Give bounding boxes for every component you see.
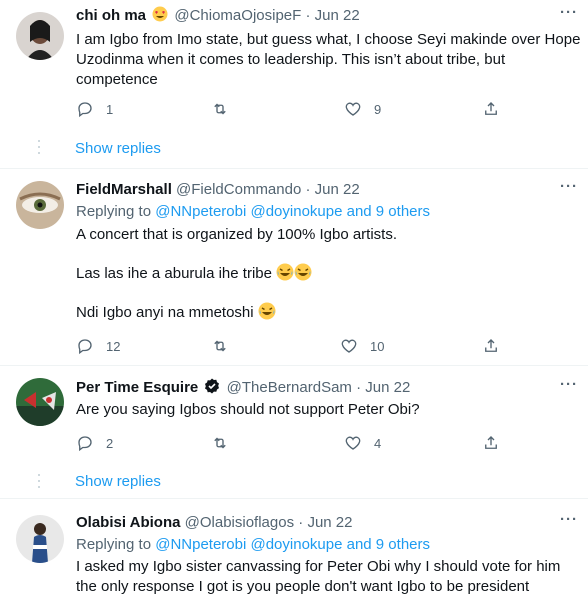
tweet-actions: 2 4	[76, 434, 506, 454]
separator-dot: ·	[305, 7, 311, 24]
share-button[interactable]	[482, 337, 500, 355]
tweet-2[interactable]: FieldMarshall @FieldCommando · Jun 22 ··…	[0, 169, 588, 365]
tweet-actions: 1 9	[76, 100, 506, 120]
reply-button[interactable]: 2	[76, 434, 113, 452]
user-handle[interactable]: @FieldCommando	[176, 181, 301, 198]
reply-icon	[78, 339, 92, 355]
reply-button[interactable]: 1	[76, 100, 113, 118]
share-icon	[485, 102, 497, 115]
display-name[interactable]: FieldMarshall	[76, 181, 172, 198]
reply-button[interactable]: 12	[76, 337, 120, 355]
thread-connector	[38, 474, 40, 492]
replying-to-label: Replying to	[76, 203, 156, 220]
user-handle[interactable]: @ChiomaOjosipeF	[174, 7, 301, 24]
reply-count: 2	[106, 435, 114, 451]
tweet-text-line-3: Ndi Igbo anyi na mmetoshi	[76, 302, 581, 323]
replying-to-users-link[interactable]: @NNpeterobi @doyinokupe and 9 others	[155, 203, 430, 220]
like-count: 10	[370, 338, 385, 354]
more-options-icon[interactable]: ···	[560, 511, 578, 528]
like-button[interactable]: 10	[340, 337, 384, 355]
replying-to-users-link[interactable]: @NNpeterobi @doyinokupe and 9 others	[155, 536, 430, 553]
tweet-header: Per Time Esquire @TheBernardSam · Jun 22	[76, 378, 410, 398]
retweet-button[interactable]	[211, 337, 241, 355]
avatar[interactable]	[16, 515, 64, 563]
tweet-text: I asked my Igbo sister canvassing for Pe…	[76, 558, 561, 595]
tweet-actions: 12 10	[76, 337, 506, 357]
tweet-1[interactable]: chi oh ma @ChiomaOjosipeF · Jun 22 ··· I…	[0, 0, 588, 160]
tweet-date[interactable]: Jun 22	[307, 514, 352, 531]
more-options-icon[interactable]: ···	[560, 4, 578, 21]
share-button[interactable]	[482, 100, 500, 118]
reply-icon	[78, 102, 92, 118]
tweet-text-line-3-text: Ndi Igbo anyi na mmetoshi	[76, 304, 254, 321]
avatar[interactable]	[16, 181, 64, 229]
replying-to-label: Replying to	[76, 536, 156, 553]
replying-to: Replying to @NNpeterobi @doyinokupe and …	[76, 535, 581, 555]
user-handle[interactable]: @TheBernardSam	[227, 379, 352, 396]
thread-connector	[38, 140, 40, 158]
tweet-date[interactable]: Jun 22	[365, 379, 410, 396]
heart-icon	[345, 102, 361, 116]
tweet-3[interactable]: Per Time Esquire @TheBernardSam · Jun 22…	[0, 366, 588, 496]
heart-icon	[341, 339, 357, 353]
retweet-button[interactable]	[211, 100, 241, 118]
more-options-icon[interactable]: ···	[560, 376, 578, 393]
like-count: 4	[374, 435, 382, 451]
tweet-header: Olabisi Abiona @Olabisioflagos · Jun 22	[76, 513, 352, 533]
tweet-text: Are you saying Igbos should not support …	[76, 401, 420, 418]
display-name[interactable]: Per Time Esquire	[76, 379, 198, 396]
laughing-emoji-icon	[294, 263, 312, 281]
retweet-icon	[214, 103, 226, 115]
user-handle[interactable]: @Olabisioflagos	[185, 514, 294, 531]
laughing-emoji-icon	[258, 302, 276, 320]
replying-to: Replying to @NNpeterobi @doyinokupe and …	[76, 202, 581, 222]
retweet-icon	[214, 340, 226, 352]
reply-count: 1	[106, 101, 114, 117]
tweet-header: chi oh ma @ChiomaOjosipeF · Jun 22	[76, 6, 360, 26]
display-name[interactable]: chi oh ma	[76, 7, 146, 24]
heart-icon	[345, 436, 361, 450]
show-replies-link[interactable]: Show replies	[75, 140, 161, 157]
tweet-text-line-2-text: Las las ihe a aburula ihe tribe	[76, 265, 272, 282]
laughing-emoji-icon	[276, 263, 294, 281]
verified-badge-icon	[204, 378, 220, 394]
separator-dot: ·	[356, 379, 362, 396]
share-button[interactable]	[482, 434, 500, 452]
avatar[interactable]	[16, 378, 64, 426]
separator-dot: ·	[305, 181, 311, 198]
share-icon	[485, 339, 497, 352]
tweet-date[interactable]: Jun 22	[315, 181, 360, 198]
more-options-icon[interactable]: ···	[560, 178, 578, 195]
tweet-text: I am Igbo from Imo state, but guess what…	[76, 31, 581, 88]
like-button[interactable]: 9	[344, 100, 381, 118]
reply-icon	[78, 436, 92, 452]
tweet-date[interactable]: Jun 22	[315, 7, 360, 24]
like-button[interactable]: 4	[344, 434, 381, 452]
reply-count: 12	[106, 338, 121, 354]
show-replies-link[interactable]: Show replies	[75, 473, 161, 490]
tweet-header: FieldMarshall @FieldCommando · Jun 22	[76, 180, 360, 200]
separator-dot: ·	[298, 514, 304, 531]
tweet-text-line-2: Las las ihe a aburula ihe tribe	[76, 263, 581, 284]
share-icon	[485, 436, 497, 449]
display-name[interactable]: Olabisi Abiona	[76, 514, 180, 531]
avatar[interactable]	[16, 12, 64, 60]
retweet-icon	[214, 437, 226, 449]
tweet-text-line-1: A concert that is organized by 100% Igbo…	[76, 226, 398, 243]
tweet-4[interactable]: Olabisi Abiona @Olabisioflagos · Jun 22 …	[0, 499, 588, 597]
retweet-button[interactable]	[211, 434, 241, 452]
like-count: 9	[374, 101, 382, 117]
heart-eyes-emoji-icon	[152, 6, 168, 22]
